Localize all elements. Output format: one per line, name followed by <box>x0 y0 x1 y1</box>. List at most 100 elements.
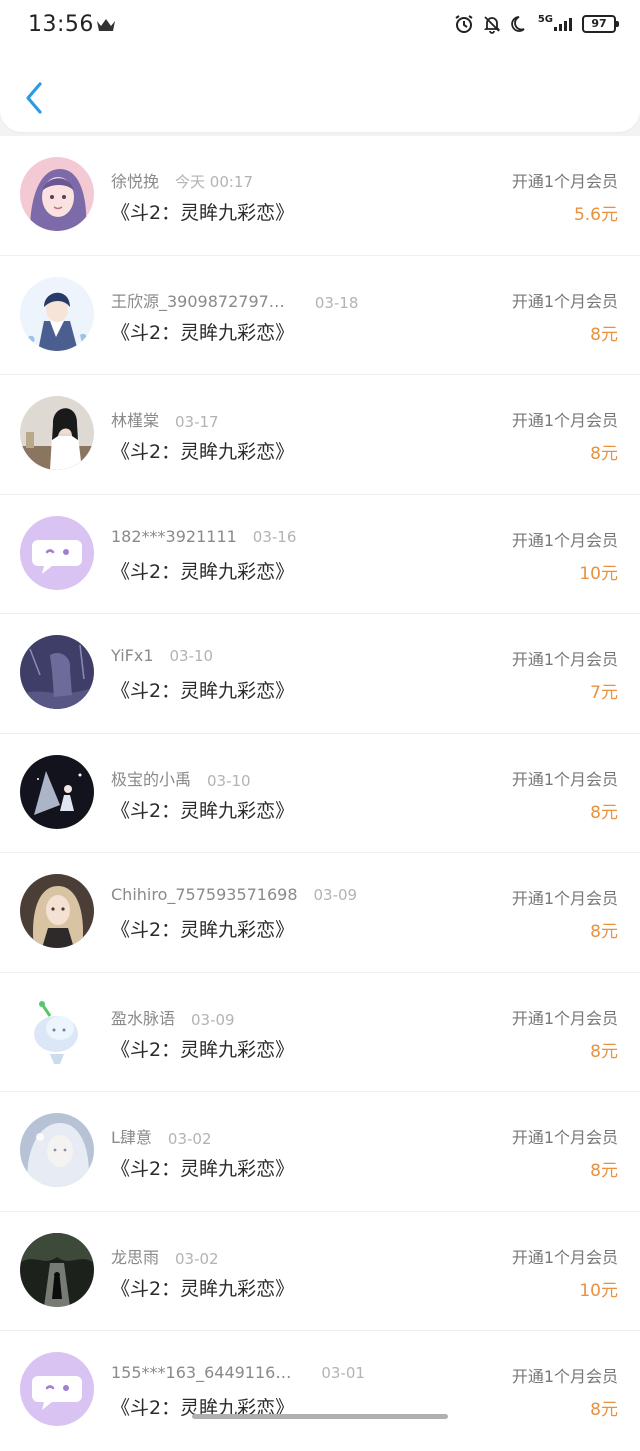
user-name: L肆意 <box>111 1128 152 1147</box>
purchase-action: 开通1个月会员 <box>511 1367 618 1386</box>
avatar[interactable] <box>20 993 94 1068</box>
status-time: 13:56 <box>28 12 94 37</box>
purchase-action: 开通1个月会员 <box>511 889 618 908</box>
price: 8元 <box>590 324 618 345</box>
avatar-image <box>20 396 94 470</box>
user-name: 盈水脉语 <box>111 1008 176 1028</box>
avatar-image <box>20 1232 94 1307</box>
price: 7元 <box>590 683 618 703</box>
name-line: 极宝的小禹 03-10 <box>111 766 251 790</box>
avatar[interactable] <box>20 874 94 948</box>
avatar-image <box>20 635 94 709</box>
bell-off-icon <box>483 16 501 34</box>
default-avatar-icon <box>20 515 94 590</box>
price: 8元 <box>590 802 618 823</box>
list-item[interactable]: YiFx1 03-10 《斗2：灵眸九彩恋》 开通1个月会员 7元 <box>0 614 640 734</box>
purchase-action: 开通1个月会员 <box>511 650 618 669</box>
default-avatar-icon <box>20 1352 94 1426</box>
list-item[interactable]: 王欣源_3909872797… 03-18 《斗2：灵眸九彩恋》 开通1个月会员 … <box>0 256 640 375</box>
user-name: 182***3921111 <box>111 526 237 546</box>
list-item[interactable]: 盈水脉语 03-09 《斗2：灵眸九彩恋》 开通1个月会员 8元 <box>0 973 640 1092</box>
header <box>0 52 640 132</box>
name-line: L肆意 03-02 <box>111 1124 212 1148</box>
avatar[interactable] <box>20 157 94 231</box>
book-title: 《斗2：灵眸九彩恋》 <box>111 680 295 702</box>
name-line: 盈水脉语 03-09 <box>111 1005 235 1029</box>
network-label: 5G <box>538 14 574 31</box>
purchase-action: 开通1个月会员 <box>511 411 618 430</box>
name-line: 龙思雨 03-02 <box>111 1244 219 1268</box>
avatar[interactable] <box>20 276 94 351</box>
purchase-action: 开通1个月会员 <box>511 1128 618 1147</box>
purchase-action: 开通1个月会员 <box>511 1247 618 1267</box>
timestamp: 03-01 <box>321 1364 365 1382</box>
avatar[interactable] <box>20 754 94 829</box>
timestamp: 03-02 <box>167 1130 212 1148</box>
avatar[interactable] <box>20 515 94 590</box>
user-name: 龙思雨 <box>111 1247 160 1267</box>
moon-icon <box>511 16 525 32</box>
battery-icon: 97 <box>582 15 619 33</box>
avatar-image <box>20 754 94 829</box>
purchase-action: 开通1个月会员 <box>511 769 618 789</box>
name-line: 王欣源_3909872797… 03-18 <box>111 288 358 312</box>
timestamp: 今天 00:17 <box>175 173 254 191</box>
book-title: 《斗2：灵眸九彩恋》 <box>111 799 295 822</box>
book-title: 《斗2：灵眸九彩恋》 <box>111 202 295 224</box>
avatar[interactable] <box>20 635 94 709</box>
name-line: 徐悦挽 今天 00:17 <box>111 168 253 192</box>
name-line: 182***3921111 03-16 <box>111 527 296 546</box>
back-chevron-icon[interactable] <box>20 78 48 118</box>
book-title: 《斗2：灵眸九彩恋》 <box>111 1038 295 1061</box>
price: 8元 <box>590 444 618 464</box>
book-title: 《斗2：灵眸九彩恋》 <box>111 1158 295 1180</box>
list-item[interactable]: 徐悦挽 今天 00:17 《斗2：灵眸九彩恋》 开通1个月会员 5.6元 <box>0 136 640 256</box>
name-line: Chihiro_757593571698 03-09 <box>111 885 357 904</box>
user-name: 155***163_6449116… <box>111 1363 292 1382</box>
price: 8元 <box>590 1400 618 1420</box>
timestamp: 03-16 <box>252 527 297 546</box>
avatar[interactable] <box>20 1232 94 1307</box>
book-title: 《斗2：灵眸九彩恋》 <box>111 441 295 463</box>
timestamp: 03-18 <box>314 293 359 312</box>
list-item[interactable]: Chihiro_757593571698 03-09 《斗2：灵眸九彩恋》 开通1… <box>0 853 640 973</box>
avatar-image <box>20 1113 94 1187</box>
avatar-image <box>20 157 94 231</box>
purchase-action: 开通1个月会员 <box>511 291 618 311</box>
book-title: 《斗2：灵眸九彩恋》 <box>111 919 295 941</box>
book-title: 《斗2：灵眸九彩恋》 <box>111 321 295 344</box>
status-bar: 13:56 5G 97 <box>0 0 640 52</box>
purchase-action: 开通1个月会员 <box>511 1008 618 1028</box>
timestamp: 03-17 <box>175 413 219 431</box>
status-icons: 5G 97 <box>454 14 619 34</box>
avatar-image <box>20 874 94 948</box>
avatar[interactable] <box>20 1352 94 1426</box>
list-item[interactable]: 极宝的小禹 03-10 《斗2：灵眸九彩恋》 开通1个月会员 8元 <box>0 734 640 853</box>
list-item[interactable]: 林槿棠 03-17 《斗2：灵眸九彩恋》 开通1个月会员 8元 <box>0 375 640 495</box>
timestamp: 03-09 <box>191 1010 235 1029</box>
name-line: 155***163_6449116… 03-01 <box>111 1363 365 1382</box>
price: 10元 <box>579 1280 618 1301</box>
book-title: 《斗2：灵眸九彩恋》 <box>111 560 295 583</box>
list-item[interactable]: L肆意 03-02 《斗2：灵眸九彩恋》 开通1个月会员 8元 <box>0 1092 640 1212</box>
crown-icon <box>97 19 115 31</box>
purchase-action: 开通1个月会员 <box>511 172 618 191</box>
price: 8元 <box>590 1161 618 1181</box>
user-name: 极宝的小禹 <box>111 769 192 789</box>
avatar[interactable] <box>20 396 94 470</box>
avatar[interactable] <box>20 1113 94 1187</box>
list-item[interactable]: 182***3921111 03-16 《斗2：灵眸九彩恋》 开通1个月会员 10… <box>0 495 640 614</box>
list-item[interactable]: 155***163_6449116… 03-01 《斗2：灵眸九彩恋》 开通1个月… <box>0 1331 640 1451</box>
timestamp: 03-09 <box>313 886 358 904</box>
price: 8元 <box>590 922 618 942</box>
user-name: 徐悦挽 <box>111 172 160 191</box>
list-item[interactable]: 龙思雨 03-02 《斗2：灵眸九彩恋》 开通1个月会员 10元 <box>0 1212 640 1331</box>
price: 10元 <box>579 563 618 584</box>
user-name: 王欣源_3909872797… <box>111 291 285 311</box>
timestamp: 03-10 <box>207 771 251 790</box>
timestamp: 03-02 <box>175 1249 219 1268</box>
user-name: 林槿棠 <box>111 411 160 430</box>
home-indicator[interactable] <box>192 1414 448 1419</box>
price: 8元 <box>590 1041 618 1062</box>
avatar-image <box>20 276 94 351</box>
